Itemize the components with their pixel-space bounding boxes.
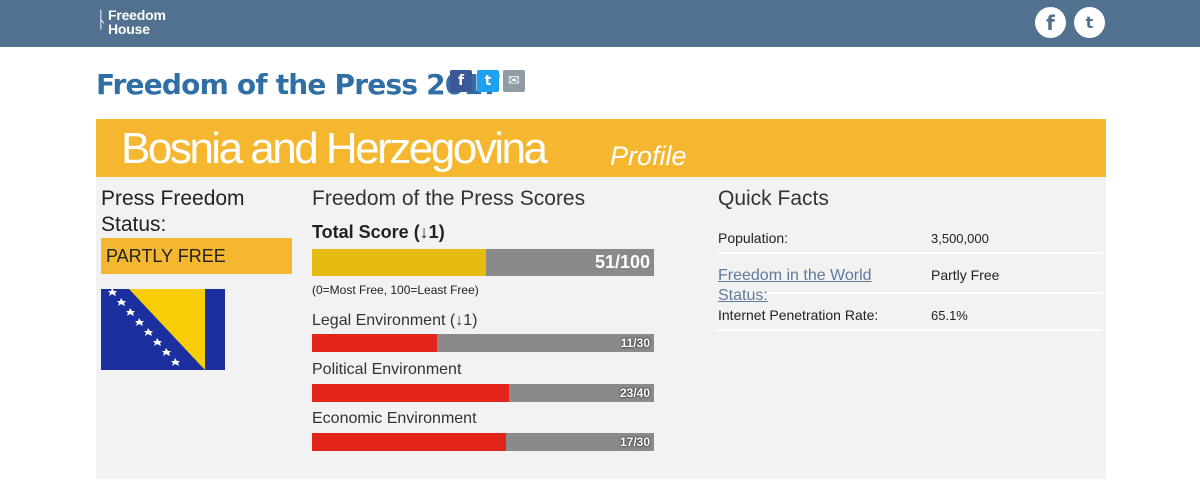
status-badge: PARTLY FREE xyxy=(101,238,292,274)
top-nav-bar: ᚿ Freedom House f t xyxy=(0,0,1200,47)
page-title: Freedom of the Press 2017 xyxy=(96,68,502,101)
total-score-value: 51/100 xyxy=(594,252,650,272)
legal-environment-bar: 11/30 xyxy=(312,334,654,352)
quick-facts-heading: Quick Facts xyxy=(718,187,829,210)
logo-text: Freedom House xyxy=(108,8,166,36)
political-environment-label: Political Environment xyxy=(312,361,462,378)
economic-environment-label: Economic Environment xyxy=(312,410,477,427)
bosnia-flag xyxy=(101,289,225,370)
legal-environment-value: 11/30 xyxy=(620,336,650,350)
share-facebook-icon[interactable]: f xyxy=(450,70,472,92)
share-email-icon[interactable]: ✉ xyxy=(503,70,525,92)
internet-penetration-label: Internet Penetration Rate: xyxy=(718,307,879,323)
political-environment-fill xyxy=(312,384,509,402)
population-value: 3,500,000 xyxy=(931,231,989,246)
logo-line-2: House xyxy=(108,21,150,37)
political-environment-value: 23/40 xyxy=(619,386,650,400)
freedom-house-logo[interactable]: ᚿ Freedom House xyxy=(95,6,185,40)
total-score-label: Total Score (↓1) xyxy=(312,222,445,242)
scores-heading: Freedom of the Press Scores xyxy=(312,187,586,210)
facebook-icon[interactable]: f xyxy=(1035,7,1066,38)
population-label: Population: xyxy=(718,230,789,246)
fitw-value: Partly Free xyxy=(931,267,1000,283)
legal-environment-fill xyxy=(312,334,438,352)
torch-icon: ᚿ xyxy=(95,8,109,33)
political-environment-bar: 23/40 xyxy=(312,384,654,402)
quick-fact-internet: Internet Penetration Rate: 65.1% xyxy=(718,305,1102,331)
profile-subtitle: Profile xyxy=(610,141,687,171)
economic-environment-value: 17/30 xyxy=(619,435,650,449)
economic-environment-bar: 17/30 xyxy=(312,433,654,451)
total-score-fill xyxy=(312,249,487,276)
country-name: Bosnia and Herzegovina xyxy=(121,124,548,173)
freedom-in-the-world-link[interactable]: Freedom in the World Status: xyxy=(718,266,893,306)
logo-line-1: Freedom xyxy=(108,7,166,23)
quick-fact-population: Population: 3,500,000 xyxy=(718,228,1102,254)
legal-environment-label: Legal Environment (↓1) xyxy=(312,312,478,329)
share-twitter-icon[interactable]: t xyxy=(477,70,499,92)
quick-fact-fitw: Freedom in the World Status: Partly Free xyxy=(718,266,1102,304)
twitter-icon[interactable]: t xyxy=(1074,7,1105,38)
internet-penetration-value: 65.1% xyxy=(931,308,968,323)
score-scale-note: (0=Most Free, 100=Least Free) xyxy=(312,283,479,297)
country-banner: Bosnia and Herzegovina Profile xyxy=(96,119,1106,177)
total-score-bar: 51/100 xyxy=(312,249,654,276)
press-freedom-status-heading: Press Freedom Status: xyxy=(101,187,245,236)
economic-environment-fill xyxy=(312,433,506,451)
